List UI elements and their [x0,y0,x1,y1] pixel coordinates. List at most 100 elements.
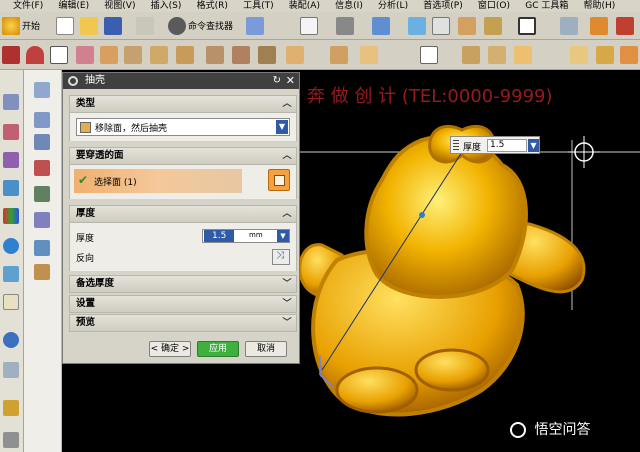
menu-help[interactable]: 帮助(H) [578,0,622,12]
history-tab-icon[interactable] [34,240,50,256]
shading-icon[interactable] [458,17,476,35]
grip-icon[interactable] [453,140,459,152]
collapse-icon[interactable]: ︿ [281,98,293,110]
menu-edit[interactable]: 编辑(E) [52,0,95,12]
hole-icon[interactable] [150,46,168,64]
dialog-titlebar[interactable]: 抽壳 ↻ ✕ [63,73,299,89]
system-icon[interactable] [3,432,19,448]
part-navigator-icon[interactable] [3,362,19,378]
render-icon[interactable] [590,17,608,35]
section-thickness-header[interactable]: 厚度 ︿ [69,205,297,223]
ok-button[interactable]: < 确定 > [149,341,191,357]
thickness-dropdown-icon[interactable]: ▼ [277,230,289,242]
system-material-tab-icon[interactable] [34,264,50,280]
menu-preferences[interactable]: 首选项(P) [417,0,468,12]
web-icon[interactable] [3,238,19,254]
menu-info[interactable]: 信息(I) [329,0,369,12]
surface-icon[interactable] [462,46,480,64]
reverse-direction-button[interactable]: ⤨ [272,249,290,265]
sketch-plane-icon[interactable] [420,46,438,64]
type-select[interactable]: 移除面，然后抽壳 ▼ [76,118,290,136]
menu-window[interactable]: 窗口(O) [472,0,516,12]
mesh-icon[interactable] [3,180,19,196]
section-settings-header[interactable]: 设置 ﹀ [69,295,297,313]
snap-icon[interactable] [300,17,318,35]
expand-icon[interactable]: ﹀ [281,317,293,329]
web-browser-tab-icon[interactable] [34,212,50,228]
close-icon[interactable]: ✕ [286,73,295,89]
draft-icon[interactable] [514,46,532,64]
reset-icon[interactable]: ↻ [273,73,281,89]
thickness-input[interactable]: 1.5 mm ▼ [202,229,290,243]
extrude-icon[interactable] [76,46,94,64]
menu-tools[interactable]: 工具(T) [237,0,280,12]
collapse-icon[interactable]: ︿ [281,150,293,162]
reuse-library-tab-icon[interactable] [34,160,50,176]
line-icon[interactable] [2,46,20,64]
revolve-icon[interactable] [100,46,118,64]
assembly-icon[interactable] [3,266,19,282]
section-preview-header[interactable]: 预览 ﹀ [69,314,297,332]
menu-gc-toolbox[interactable]: GC 工具箱 [519,0,574,12]
filter-icon[interactable] [336,17,354,35]
blend-icon[interactable] [206,46,224,64]
datum-icon[interactable] [258,46,276,64]
text-icon[interactable] [50,46,68,64]
menu-insert[interactable]: 插入(S) [145,0,188,12]
new-file-icon[interactable] [56,17,74,35]
arc-icon[interactable] [26,46,44,64]
command-finder-icon[interactable] [168,17,186,35]
cube-view-icon[interactable] [408,17,426,35]
colorbar-icon[interactable] [3,208,19,224]
section-type-header[interactable]: 类型 ︿ [69,95,297,113]
palette-icon[interactable] [616,17,634,35]
mirror-icon[interactable] [330,46,348,64]
cancel-button[interactable]: 取消 [245,341,287,357]
thickness-handle-point[interactable] [419,212,425,218]
menu-analysis[interactable]: 分析(L) [372,0,414,12]
section-alt-thickness-header[interactable]: 备选厚度 ﹀ [69,275,297,293]
curve-icon[interactable] [3,152,19,168]
section-pierce-header[interactable]: 要穿透的面 ︿ [69,147,297,165]
offset-face-icon[interactable] [488,46,506,64]
view-orient-icon[interactable] [246,17,264,35]
menu-assembly[interactable]: 装配(A) [283,0,326,12]
menu-view[interactable]: 视图(V) [98,0,141,12]
chevron-down-icon[interactable]: ▼ [276,120,288,134]
start-button[interactable]: 开始 [22,19,40,32]
expand-icon[interactable]: ﹀ [281,298,293,310]
select-face-row[interactable]: ✔ 选择面 (1) [74,169,242,193]
save-icon[interactable] [104,17,122,35]
assembly-nav-tab-icon[interactable] [34,112,50,128]
command-finder-button[interactable]: 命令查找器 [188,19,233,32]
subtract-icon[interactable] [620,46,638,64]
gear-icon[interactable] [68,76,78,86]
history-icon[interactable] [3,332,19,348]
shell-tool-icon[interactable] [570,46,588,64]
sweep-icon[interactable] [124,46,142,64]
collapse-icon[interactable]: ︿ [281,208,293,220]
menu-format[interactable]: 格式(R) [191,0,234,12]
wireframe-icon[interactable] [432,17,450,35]
analysis-icon[interactable] [3,400,19,416]
boss-icon[interactable] [176,46,194,64]
constraint-nav-tab-icon[interactable] [34,134,50,150]
layer-icon[interactable] [560,17,578,35]
trim-icon[interactable] [360,46,378,64]
apply-button[interactable]: 应用 [197,341,239,357]
thickness-onscreen-value[interactable]: 1.5 [487,139,527,152]
chamfer-icon[interactable] [232,46,250,64]
part-nav-tab-icon[interactable] [34,82,50,98]
sketch-icon[interactable] [3,94,19,110]
pattern-icon[interactable] [286,46,304,64]
start-icon[interactable] [2,17,20,35]
undo-icon[interactable] [136,17,154,35]
select-face-button[interactable] [268,169,290,191]
section-icon[interactable] [484,17,502,35]
unite-icon[interactable] [596,46,614,64]
roles-icon[interactable] [3,294,19,310]
select-icon[interactable] [372,17,390,35]
expand-icon[interactable]: ﹀ [281,278,293,290]
display-color-icon[interactable] [518,17,536,35]
hd3d-tab-icon[interactable] [34,186,50,202]
